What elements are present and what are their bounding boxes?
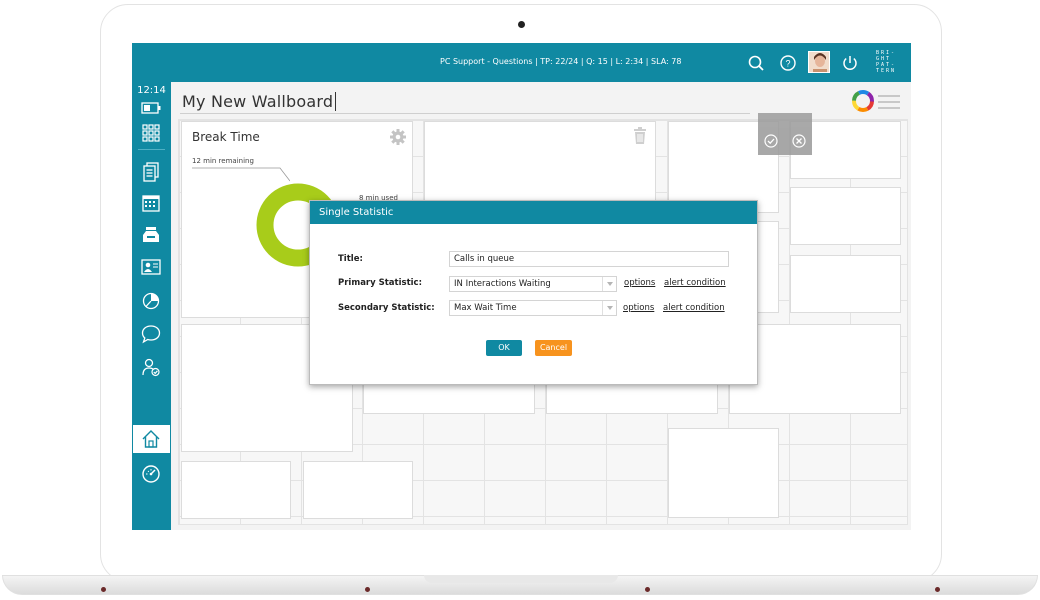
dialog-title: Single Statistic [319, 207, 394, 218]
sidebar: 12:14 [132, 82, 171, 530]
chevron-down-icon [602, 277, 616, 291]
top-bar: PC Support - Questions | TP: 22/24 | Q: … [132, 43, 911, 82]
secondary-alert-condition-link[interactable]: alert condition [663, 303, 725, 313]
svg-text:?: ? [785, 59, 790, 69]
laptop-foot [101, 587, 106, 592]
dialog-header: Single Statistic [310, 201, 757, 224]
trash-icon[interactable] [632, 127, 648, 145]
wallboard-title-bar: My New Wallboard [174, 89, 909, 115]
queue-status-text: PC Support - Questions | TP: 22/24 | Q: … [440, 57, 682, 66]
wallboard-tile-empty[interactable] [181, 461, 291, 519]
title-label: Title: [338, 254, 363, 264]
laptop-foot [935, 587, 940, 592]
color-wheel-icon[interactable] [852, 90, 874, 112]
search-icon[interactable] [746, 53, 766, 73]
title-underline [180, 113, 750, 114]
battery-icon [141, 102, 161, 114]
gear-icon[interactable] [389, 128, 407, 146]
confirm-check-icon[interactable] [763, 133, 779, 149]
wallboard-tile-empty[interactable] [790, 187, 901, 245]
inbox-tray-icon[interactable] [140, 224, 162, 246]
contact-card-icon[interactable] [140, 256, 162, 278]
secondary-statistic-value: Max Wait Time [454, 303, 517, 313]
discard-x-icon[interactable] [791, 133, 807, 149]
laptop-notch [424, 575, 618, 583]
secondary-statistic-label: Secondary Statistic: [338, 303, 435, 313]
tile-title: Break Time [192, 130, 260, 144]
documents-icon[interactable] [140, 161, 162, 183]
pie-chart-icon[interactable] [140, 290, 162, 312]
secondary-options-link[interactable]: options [623, 303, 654, 313]
help-icon[interactable]: ? [778, 53, 798, 73]
cancel-button[interactable]: Cancel [535, 340, 572, 356]
secondary-statistic-select[interactable]: Max Wait Time [449, 300, 617, 316]
laptop-foot [645, 587, 650, 592]
avatar[interactable] [808, 51, 830, 73]
wallboard-tile-empty[interactable] [790, 255, 901, 313]
remaining-label: 12 min remaining [192, 157, 254, 165]
apps-grid-icon[interactable] [140, 122, 162, 144]
chevron-down-icon [602, 301, 616, 315]
wallboard-tile-empty[interactable] [668, 428, 779, 518]
wallboard-title-text: My New Wallboard [182, 92, 334, 111]
primary-statistic-label: Primary Statistic: [338, 278, 422, 288]
tile-edit-controls [758, 113, 812, 155]
menu-icon[interactable] [878, 94, 900, 110]
clock: 12:14 [137, 85, 166, 96]
chat-bubble-icon[interactable] [140, 323, 162, 345]
primary-options-link[interactable]: options [624, 278, 655, 288]
primary-statistic-select[interactable]: IN Interactions Waiting [449, 276, 617, 292]
wallboard-title-input[interactable]: My New Wallboard [182, 92, 337, 111]
sidebar-divider [138, 149, 165, 150]
app-screen: PC Support - Questions | TP: 22/24 | Q: … [132, 43, 911, 530]
user-check-icon[interactable] [140, 356, 162, 378]
brand-line: TERN [876, 68, 897, 74]
single-statistic-dialog: Single Statistic Title: Calls in queue P… [309, 200, 758, 385]
laptop-foot [365, 587, 370, 592]
webcam [518, 21, 525, 28]
home-icon[interactable] [140, 428, 162, 450]
wallboard-tile-empty[interactable] [303, 461, 413, 519]
ok-button[interactable]: OK [486, 340, 522, 356]
primary-statistic-value: IN Interactions Waiting [454, 279, 551, 289]
title-input[interactable]: Calls in queue [449, 251, 729, 267]
calendar-icon[interactable] [140, 192, 162, 214]
brand-logo: BRI- GHT PAT- TERN [876, 50, 906, 74]
primary-alert-condition-link[interactable]: alert condition [664, 278, 726, 288]
power-icon[interactable] [840, 53, 860, 73]
speedometer-icon[interactable] [140, 463, 162, 485]
